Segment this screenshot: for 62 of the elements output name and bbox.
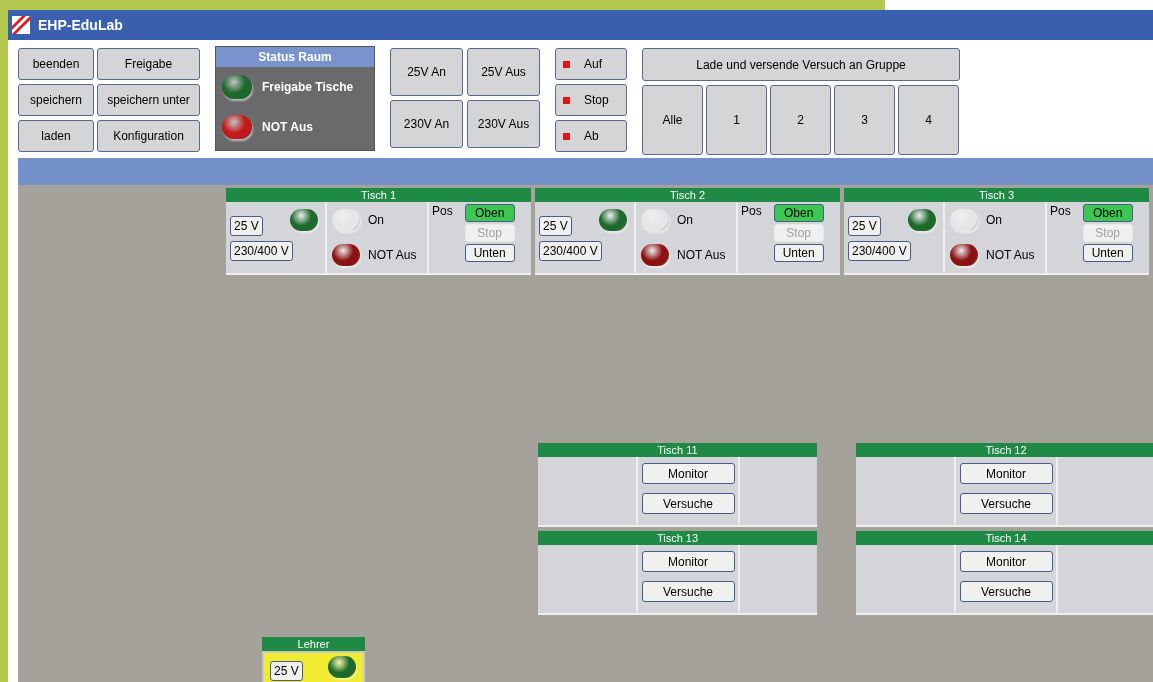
table-button[interactable]: Versuche <box>641 493 735 514</box>
toolbar-button[interactable]: Freigabe <box>97 48 200 80</box>
lamp-label: NOT Aus <box>986 247 1035 265</box>
table-button[interactable]: Monitor <box>641 551 735 572</box>
lamp-label: On <box>986 211 1002 229</box>
logo-icon <box>12 16 30 34</box>
position-button[interactable]: Oben <box>464 204 515 222</box>
toolbar-button[interactable]: Konfiguration <box>97 120 200 152</box>
voltage-button[interactable]: 25 V <box>539 216 572 236</box>
send-experiment-button[interactable]: Lade und versende Versuch an Gruppe <box>642 48 960 81</box>
table-title: Tisch 12 <box>856 443 1153 457</box>
power-button[interactable]: 25V An <box>390 48 463 96</box>
window-title: EHP-EduLab <box>38 15 123 35</box>
table-title: Tisch 1 <box>226 188 531 202</box>
voltage-button[interactable]: 25 V <box>270 661 303 681</box>
motion-button[interactable]: Ab <box>555 120 627 152</box>
lamp-label: On <box>677 211 693 229</box>
toolbar-button[interactable]: beenden <box>18 48 94 80</box>
table-button[interactable]: Monitor <box>959 463 1053 484</box>
table-title: Tisch 2 <box>535 188 840 202</box>
voltage-button[interactable]: 230/400 V <box>230 241 293 261</box>
table-title: Tisch 11 <box>538 443 817 457</box>
group-button[interactable]: 2 <box>770 85 831 155</box>
position-button[interactable]: Unten <box>773 244 824 262</box>
table-button[interactable]: Versuche <box>959 493 1053 514</box>
group-button[interactable]: Alle <box>642 85 703 155</box>
group-button[interactable]: 4 <box>898 85 959 155</box>
pos-label: Pos <box>741 204 762 220</box>
voltage-button[interactable]: 25 V <box>848 216 881 236</box>
voltage-button[interactable]: 230/400 V <box>539 241 602 261</box>
power-button[interactable]: 230V An <box>390 100 463 148</box>
position-button[interactable]: Unten <box>1082 244 1133 262</box>
panel-title: Status Raum <box>216 47 374 67</box>
lamp-label: On <box>368 211 384 229</box>
table-button[interactable]: Monitor <box>641 463 735 484</box>
power-button[interactable]: 230V Aus <box>467 100 540 148</box>
lamp-label: NOT Aus <box>368 247 417 265</box>
table-title: Lehrer <box>262 637 365 651</box>
table-button[interactable]: Versuche <box>959 581 1053 602</box>
power-button[interactable]: 25V Aus <box>467 48 540 96</box>
voltage-button[interactable]: 25 V <box>230 216 263 236</box>
voltage-button[interactable]: 230/400 V <box>848 241 911 261</box>
status-label: Freigabe Tische <box>262 79 354 96</box>
motion-button[interactable]: Auf <box>555 48 627 80</box>
table-button[interactable]: Versuche <box>641 581 735 602</box>
group-button[interactable]: 3 <box>834 85 895 155</box>
position-button[interactable]: Oben <box>773 204 824 222</box>
toolbar-button[interactable]: speichern unter <box>97 84 200 116</box>
table-title: Tisch 13 <box>538 531 817 545</box>
toolbar-button[interactable]: laden <box>18 120 94 152</box>
position-button[interactable]: Unten <box>464 244 515 262</box>
table-title: Tisch 3 <box>844 188 1149 202</box>
pos-label: Pos <box>1050 204 1071 220</box>
table-title: Tisch 14 <box>856 531 1153 545</box>
table-button[interactable]: Monitor <box>959 551 1053 572</box>
motion-button[interactable]: Stop <box>555 84 627 116</box>
lamp-label: NOT Aus <box>677 247 726 265</box>
position-button[interactable]: Oben <box>1082 204 1133 222</box>
group-button[interactable]: 1 <box>706 85 767 155</box>
status-label: NOT Aus <box>262 119 313 136</box>
toolbar-button[interactable]: speichern <box>18 84 94 116</box>
pos-label: Pos <box>432 204 453 220</box>
